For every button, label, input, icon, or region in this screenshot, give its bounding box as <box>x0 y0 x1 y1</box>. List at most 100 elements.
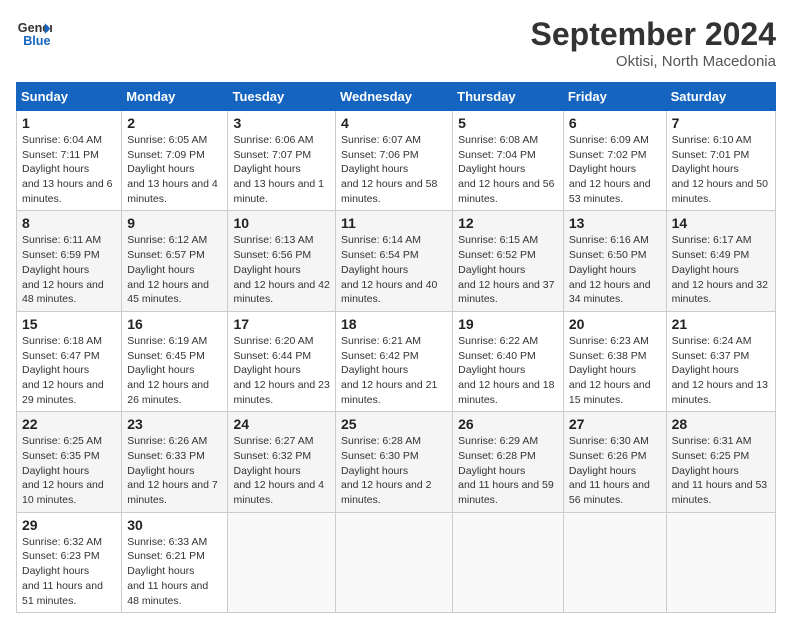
day-info: Sunrise: 6:15 AM Sunset: 6:52 PM Dayligh… <box>458 233 558 306</box>
day-info: Sunrise: 6:20 AM Sunset: 6:44 PM Dayligh… <box>233 334 330 407</box>
day-number: 29 <box>22 517 116 533</box>
day-number: 24 <box>233 416 330 432</box>
calendar-cell: 1 Sunrise: 6:04 AM Sunset: 7:11 PM Dayli… <box>17 111 122 211</box>
calendar-cell: 22 Sunrise: 6:25 AM Sunset: 6:35 PM Dayl… <box>17 412 122 512</box>
logo-icon: General Blue <box>16 16 52 52</box>
day-info: Sunrise: 6:29 AM Sunset: 6:28 PM Dayligh… <box>458 434 558 507</box>
day-number: 8 <box>22 215 116 231</box>
day-number: 30 <box>127 517 222 533</box>
col-tuesday: Tuesday <box>228 83 336 111</box>
col-monday: Monday <box>122 83 228 111</box>
calendar-cell <box>336 512 453 612</box>
day-number: 6 <box>569 115 661 131</box>
calendar-cell: 6 Sunrise: 6:09 AM Sunset: 7:02 PM Dayli… <box>563 111 666 211</box>
calendar-cell: 5 Sunrise: 6:08 AM Sunset: 7:04 PM Dayli… <box>453 111 564 211</box>
day-info: Sunrise: 6:19 AM Sunset: 6:45 PM Dayligh… <box>127 334 222 407</box>
day-info: Sunrise: 6:25 AM Sunset: 6:35 PM Dayligh… <box>22 434 116 507</box>
day-number: 21 <box>672 316 770 332</box>
calendar-cell: 2 Sunrise: 6:05 AM Sunset: 7:09 PM Dayli… <box>122 111 228 211</box>
calendar-cell: 18 Sunrise: 6:21 AM Sunset: 6:42 PM Dayl… <box>336 311 453 411</box>
calendar-cell: 29 Sunrise: 6:32 AM Sunset: 6:23 PM Dayl… <box>17 512 122 612</box>
day-info: Sunrise: 6:11 AM Sunset: 6:59 PM Dayligh… <box>22 233 116 306</box>
day-info: Sunrise: 6:32 AM Sunset: 6:23 PM Dayligh… <box>22 535 116 608</box>
calendar-cell: 28 Sunrise: 6:31 AM Sunset: 6:25 PM Dayl… <box>666 412 775 512</box>
col-wednesday: Wednesday <box>336 83 453 111</box>
col-sunday: Sunday <box>17 83 122 111</box>
day-info: Sunrise: 6:27 AM Sunset: 6:32 PM Dayligh… <box>233 434 330 507</box>
day-info: Sunrise: 6:26 AM Sunset: 6:33 PM Dayligh… <box>127 434 222 507</box>
day-info: Sunrise: 6:14 AM Sunset: 6:54 PM Dayligh… <box>341 233 447 306</box>
col-saturday: Saturday <box>666 83 775 111</box>
calendar-cell <box>453 512 564 612</box>
calendar-cell: 25 Sunrise: 6:28 AM Sunset: 6:30 PM Dayl… <box>336 412 453 512</box>
svg-text:Blue: Blue <box>23 34 50 48</box>
day-number: 22 <box>22 416 116 432</box>
calendar-cell: 8 Sunrise: 6:11 AM Sunset: 6:59 PM Dayli… <box>17 211 122 311</box>
calendar-week-row: 15 Sunrise: 6:18 AM Sunset: 6:47 PM Dayl… <box>17 311 776 411</box>
calendar-cell: 15 Sunrise: 6:18 AM Sunset: 6:47 PM Dayl… <box>17 311 122 411</box>
location-subtitle: Oktisi, North Macedonia <box>531 53 776 70</box>
calendar-week-row: 1 Sunrise: 6:04 AM Sunset: 7:11 PM Dayli… <box>17 111 776 211</box>
day-number: 25 <box>341 416 447 432</box>
day-info: Sunrise: 6:10 AM Sunset: 7:01 PM Dayligh… <box>672 133 770 206</box>
day-info: Sunrise: 6:16 AM Sunset: 6:50 PM Dayligh… <box>569 233 661 306</box>
day-info: Sunrise: 6:09 AM Sunset: 7:02 PM Dayligh… <box>569 133 661 206</box>
calendar-cell: 19 Sunrise: 6:22 AM Sunset: 6:40 PM Dayl… <box>453 311 564 411</box>
calendar-cell: 9 Sunrise: 6:12 AM Sunset: 6:57 PM Dayli… <box>122 211 228 311</box>
calendar-cell: 16 Sunrise: 6:19 AM Sunset: 6:45 PM Dayl… <box>122 311 228 411</box>
day-info: Sunrise: 6:28 AM Sunset: 6:30 PM Dayligh… <box>341 434 447 507</box>
day-number: 23 <box>127 416 222 432</box>
calendar-cell: 4 Sunrise: 6:07 AM Sunset: 7:06 PM Dayli… <box>336 111 453 211</box>
day-number: 20 <box>569 316 661 332</box>
day-info: Sunrise: 6:05 AM Sunset: 7:09 PM Dayligh… <box>127 133 222 206</box>
day-number: 5 <box>458 115 558 131</box>
calendar-week-row: 29 Sunrise: 6:32 AM Sunset: 6:23 PM Dayl… <box>17 512 776 612</box>
calendar-week-row: 22 Sunrise: 6:25 AM Sunset: 6:35 PM Dayl… <box>17 412 776 512</box>
day-info: Sunrise: 6:23 AM Sunset: 6:38 PM Dayligh… <box>569 334 661 407</box>
day-info: Sunrise: 6:04 AM Sunset: 7:11 PM Dayligh… <box>22 133 116 206</box>
day-number: 26 <box>458 416 558 432</box>
calendar-table: Sunday Monday Tuesday Wednesday Thursday… <box>16 82 776 613</box>
calendar-cell: 20 Sunrise: 6:23 AM Sunset: 6:38 PM Dayl… <box>563 311 666 411</box>
day-number: 11 <box>341 215 447 231</box>
calendar-week-row: 8 Sunrise: 6:11 AM Sunset: 6:59 PM Dayli… <box>17 211 776 311</box>
day-info: Sunrise: 6:08 AM Sunset: 7:04 PM Dayligh… <box>458 133 558 206</box>
day-info: Sunrise: 6:24 AM Sunset: 6:37 PM Dayligh… <box>672 334 770 407</box>
day-info: Sunrise: 6:13 AM Sunset: 6:56 PM Dayligh… <box>233 233 330 306</box>
day-info: Sunrise: 6:31 AM Sunset: 6:25 PM Dayligh… <box>672 434 770 507</box>
day-info: Sunrise: 6:21 AM Sunset: 6:42 PM Dayligh… <box>341 334 447 407</box>
day-info: Sunrise: 6:22 AM Sunset: 6:40 PM Dayligh… <box>458 334 558 407</box>
calendar-cell: 3 Sunrise: 6:06 AM Sunset: 7:07 PM Dayli… <box>228 111 336 211</box>
day-number: 3 <box>233 115 330 131</box>
day-number: 28 <box>672 416 770 432</box>
calendar-cell: 30 Sunrise: 6:33 AM Sunset: 6:21 PM Dayl… <box>122 512 228 612</box>
day-number: 19 <box>458 316 558 332</box>
calendar-cell: 12 Sunrise: 6:15 AM Sunset: 6:52 PM Dayl… <box>453 211 564 311</box>
day-info: Sunrise: 6:18 AM Sunset: 6:47 PM Dayligh… <box>22 334 116 407</box>
day-number: 15 <box>22 316 116 332</box>
calendar-cell: 11 Sunrise: 6:14 AM Sunset: 6:54 PM Dayl… <box>336 211 453 311</box>
calendar-cell <box>563 512 666 612</box>
day-number: 18 <box>341 316 447 332</box>
day-number: 2 <box>127 115 222 131</box>
day-number: 10 <box>233 215 330 231</box>
calendar-cell: 21 Sunrise: 6:24 AM Sunset: 6:37 PM Dayl… <box>666 311 775 411</box>
day-number: 17 <box>233 316 330 332</box>
calendar-cell: 26 Sunrise: 6:29 AM Sunset: 6:28 PM Dayl… <box>453 412 564 512</box>
day-number: 1 <box>22 115 116 131</box>
day-info: Sunrise: 6:12 AM Sunset: 6:57 PM Dayligh… <box>127 233 222 306</box>
day-number: 7 <box>672 115 770 131</box>
calendar-cell <box>228 512 336 612</box>
day-info: Sunrise: 6:07 AM Sunset: 7:06 PM Dayligh… <box>341 133 447 206</box>
day-number: 9 <box>127 215 222 231</box>
logo: General Blue <box>16 16 52 52</box>
day-number: 4 <box>341 115 447 131</box>
calendar-cell: 24 Sunrise: 6:27 AM Sunset: 6:32 PM Dayl… <box>228 412 336 512</box>
day-info: Sunrise: 6:33 AM Sunset: 6:21 PM Dayligh… <box>127 535 222 608</box>
day-number: 27 <box>569 416 661 432</box>
calendar-cell <box>666 512 775 612</box>
title-block: September 2024 Oktisi, North Macedonia <box>531 16 776 70</box>
day-info: Sunrise: 6:06 AM Sunset: 7:07 PM Dayligh… <box>233 133 330 206</box>
page-header: General Blue September 2024 Oktisi, Nort… <box>16 16 776 70</box>
calendar-cell: 23 Sunrise: 6:26 AM Sunset: 6:33 PM Dayl… <box>122 412 228 512</box>
